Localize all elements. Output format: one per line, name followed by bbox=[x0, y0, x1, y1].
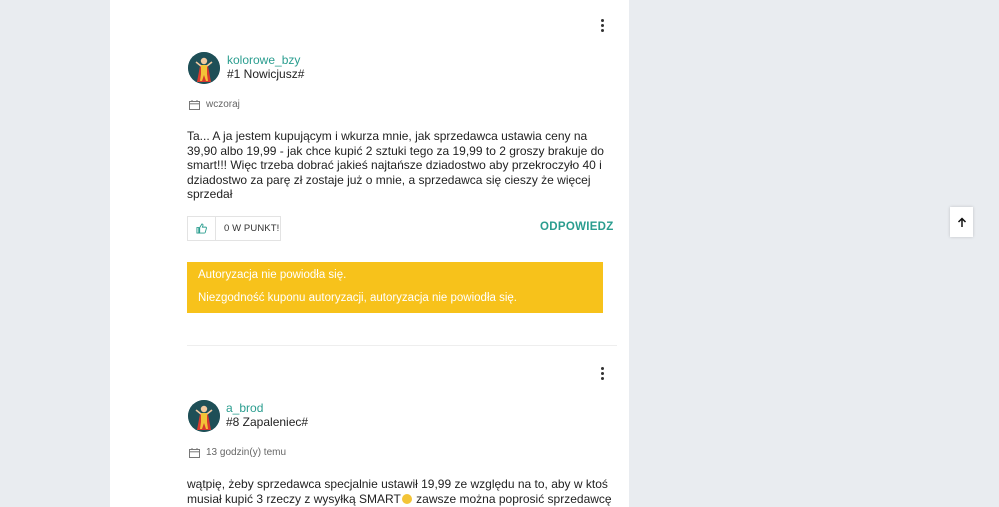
post-author-username[interactable]: a_brod bbox=[226, 401, 263, 415]
post-date: wczoraj bbox=[206, 99, 240, 110]
alert-message-title: Autoryzacja nie powiodła się. bbox=[198, 269, 347, 281]
calendar-icon bbox=[189, 448, 200, 458]
user-avatar[interactable] bbox=[188, 400, 220, 432]
error-alert: Autoryzacja nie powiodła się. Niezgodnoś… bbox=[187, 262, 603, 313]
back-to-top-button[interactable] bbox=[950, 207, 973, 237]
post-author-rank: #8 Zapaleniec# bbox=[226, 415, 309, 429]
arrow-up-icon bbox=[957, 216, 966, 227]
post-date: 13 godzin(y) temu bbox=[206, 447, 287, 458]
superhero-avatar-icon bbox=[188, 52, 220, 84]
reply-button[interactable]: ODPOWIEDZ bbox=[540, 221, 614, 233]
post-body: Ta... A ja jestem kupującym i wkurza mni… bbox=[187, 129, 604, 201]
forum-thread-panel: kolorowe_bzy #1 Nowicjusz# wczoraj Ta...… bbox=[110, 0, 629, 507]
thumbs-up-icon bbox=[196, 223, 207, 234]
post-options-menu[interactable] bbox=[596, 364, 608, 382]
calendar-icon bbox=[189, 100, 200, 110]
user-avatar[interactable] bbox=[188, 52, 220, 84]
kudos-button[interactable] bbox=[188, 217, 216, 240]
superhero-avatar-icon bbox=[188, 400, 220, 432]
post-author-rank: #1 Nowicjusz# bbox=[227, 67, 305, 81]
kudos-widget: 0 W PUNKT! bbox=[187, 216, 281, 241]
kudos-count: 0 W PUNKT! bbox=[224, 223, 280, 234]
alert-message-detail: Niezgodność kuponu autoryzacji, autoryza… bbox=[198, 292, 517, 304]
smiley-emoji-icon bbox=[401, 493, 412, 504]
post-author-username[interactable]: kolorowe_bzy bbox=[227, 53, 300, 67]
post-options-menu[interactable] bbox=[596, 16, 608, 34]
post-divider bbox=[187, 345, 617, 346]
post-body: wątpię, żeby sprzedawca specjalnie ustaw… bbox=[187, 477, 617, 507]
